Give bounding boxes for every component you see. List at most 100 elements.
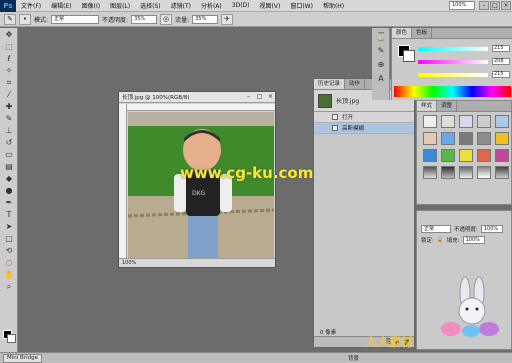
style-swatch[interactable]: [423, 132, 437, 145]
style-swatch[interactable]: [423, 149, 437, 162]
green-slider[interactable]: [418, 60, 488, 64]
style-swatch[interactable]: [423, 166, 437, 179]
opacity-field[interactable]: 35%: [131, 14, 158, 24]
lock-icon[interactable]: 🔒: [437, 237, 444, 243]
red-slider[interactable]: [418, 47, 488, 51]
red-value[interactable]: 215: [492, 45, 510, 52]
clone-source-icon[interactable]: ⊕: [375, 60, 387, 70]
tab-actions[interactable]: 动作: [345, 79, 366, 89]
close-icon[interactable]: ×: [501, 1, 511, 10]
doc-maximize-icon[interactable]: □: [255, 93, 264, 101]
history-step[interactable]: 打开: [314, 112, 414, 123]
history-step-label: 打开: [342, 115, 354, 121]
lasso-tool-icon[interactable]: ℓ: [2, 53, 16, 64]
healing-tool-icon[interactable]: ✚: [2, 101, 16, 112]
pressure-opacity-icon[interactable]: ◎: [160, 13, 173, 25]
history-panel-icon[interactable]: ⌛: [375, 32, 387, 42]
image-canvas[interactable]: DKG: [128, 112, 274, 258]
style-swatch[interactable]: [495, 166, 509, 179]
style-swatch[interactable]: [477, 132, 491, 145]
quick-select-tool-icon[interactable]: ✧: [2, 65, 16, 76]
move-tool-icon[interactable]: ✥: [2, 29, 16, 40]
crop-tool-icon[interactable]: ⌗: [2, 77, 16, 88]
pen-tool-icon[interactable]: ✒: [2, 197, 16, 208]
green-value[interactable]: 208: [492, 58, 510, 65]
menu-image[interactable]: 图像(I): [77, 1, 105, 10]
brush-preset-icon[interactable]: ✎: [4, 13, 16, 25]
mini-bridge-tab[interactable]: Mini Bridge: [3, 353, 42, 363]
layer-fill-field[interactable]: 100%: [462, 235, 485, 244]
blend-mode-select[interactable]: 正常: [421, 224, 451, 233]
airbrush-icon[interactable]: ✈: [221, 13, 234, 25]
horizontal-ruler: [127, 104, 275, 111]
menu-window[interactable]: 窗口(W): [285, 1, 318, 10]
hand-tool-icon[interactable]: ✋: [2, 269, 16, 280]
type-tool-icon[interactable]: T: [2, 209, 16, 220]
eraser-tool-icon[interactable]: ▭: [2, 149, 16, 160]
doc-minimize-icon[interactable]: –: [244, 93, 253, 101]
shape-tool-icon[interactable]: ▢: [2, 233, 16, 244]
style-swatch[interactable]: [459, 166, 473, 179]
maximize-icon[interactable]: □: [490, 1, 500, 10]
gradient-tool-icon[interactable]: ▤: [2, 161, 16, 172]
brush-size-icon[interactable]: •: [19, 13, 31, 25]
layer-px-value[interactable]: 0 像素: [320, 328, 336, 336]
menu-filter[interactable]: 滤镜(T): [166, 1, 196, 10]
style-swatch[interactable]: [477, 149, 491, 162]
blue-value[interactable]: 215: [492, 71, 510, 78]
menu-3d[interactable]: 3D(D): [227, 2, 255, 9]
menu-select[interactable]: 选择(S): [135, 1, 166, 10]
path-select-tool-icon[interactable]: ➤: [2, 221, 16, 232]
marquee-tool-icon[interactable]: ⬚: [2, 41, 16, 52]
style-swatch[interactable]: [495, 132, 509, 145]
menu-analysis[interactable]: 分析(A): [196, 1, 227, 10]
style-swatch[interactable]: [459, 149, 473, 162]
color-panel: 颜色 色板 215 208 215: [391, 28, 512, 100]
brush-panel-icon[interactable]: ✎: [375, 46, 387, 56]
style-swatch[interactable]: [477, 115, 491, 128]
tab-adjustments[interactable]: 调整: [437, 101, 458, 111]
tab-history[interactable]: 历史记录: [314, 79, 346, 89]
blur-tool-icon[interactable]: ◆: [2, 173, 16, 184]
options-bar: ✎ • 模式: 正常 不透明度: 35% ◎ 流量: 35% ✈: [0, 12, 512, 27]
3d-rotate-tool-icon[interactable]: ⟲: [2, 245, 16, 256]
eyedropper-tool-icon[interactable]: ⁄: [2, 89, 16, 100]
zoom-tool-icon[interactable]: ⌕: [2, 281, 16, 292]
tab-styles[interactable]: 样式: [417, 101, 438, 111]
zoom-level[interactable]: 100%: [449, 1, 475, 10]
style-swatch[interactable]: [441, 132, 455, 145]
menu-help[interactable]: 帮助(H): [318, 1, 349, 10]
dodge-tool-icon[interactable]: ●: [2, 185, 16, 196]
minimize-icon[interactable]: –: [479, 1, 489, 10]
3d-orbit-tool-icon[interactable]: ◌: [2, 257, 16, 268]
style-swatch[interactable]: [441, 115, 455, 128]
background-color-swatch[interactable]: [7, 334, 16, 343]
menu-view[interactable]: 视图(V): [255, 1, 286, 10]
tab-color[interactable]: 颜色: [392, 28, 413, 38]
character-panel-icon[interactable]: A: [375, 74, 387, 84]
style-swatch[interactable]: [495, 149, 509, 162]
flow-field[interactable]: 35%: [192, 14, 219, 24]
layer-opacity-field[interactable]: 100%: [480, 224, 503, 233]
style-swatch[interactable]: [441, 166, 455, 179]
menu-file[interactable]: 文件(F): [16, 1, 46, 10]
history-step-selected[interactable]: 高斯模糊: [314, 123, 414, 134]
document-titlebar[interactable]: 长顶.jpg @ 100%(RGB/8) – □ ×: [119, 92, 275, 103]
color-background-swatch[interactable]: [403, 50, 415, 62]
tab-swatches[interactable]: 色板: [412, 28, 433, 38]
style-swatch[interactable]: [441, 149, 455, 162]
color-spectrum[interactable]: [394, 86, 511, 97]
style-swatch[interactable]: [495, 115, 509, 128]
menu-edit[interactable]: 编辑(E): [46, 1, 76, 10]
mode-select[interactable]: 正常: [51, 14, 100, 24]
blue-slider[interactable]: [418, 73, 488, 77]
doc-close-icon[interactable]: ×: [266, 93, 275, 101]
style-swatch[interactable]: [459, 115, 473, 128]
style-swatch[interactable]: [477, 166, 491, 179]
style-swatch[interactable]: [459, 132, 473, 145]
menu-layer[interactable]: 图层(L): [105, 1, 135, 10]
style-swatch[interactable]: [423, 115, 437, 128]
history-brush-tool-icon[interactable]: ↺: [2, 137, 16, 148]
stamp-tool-icon[interactable]: ⊥: [2, 125, 16, 136]
brush-tool-icon[interactable]: ✎: [2, 113, 16, 124]
